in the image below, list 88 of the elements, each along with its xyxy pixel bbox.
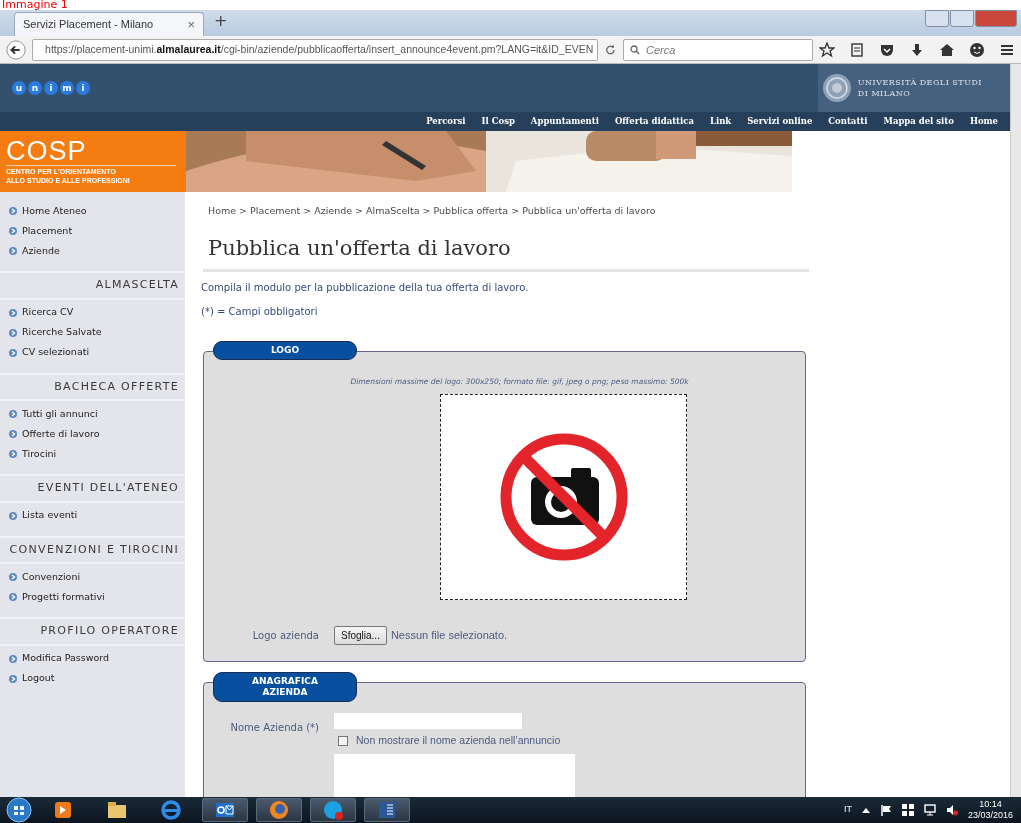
page-title: Pubblica un'offerta di lavoro xyxy=(208,236,512,262)
checkbox[interactable] xyxy=(338,735,348,746)
chat-app-icon[interactable] xyxy=(322,799,344,821)
sidebar-link[interactable]: Tirocini xyxy=(0,444,185,464)
sidebar-heading: EVENTI DELL'ATENEO xyxy=(0,474,185,503)
language-indicator[interactable]: IT xyxy=(843,803,852,817)
speaker-muted-icon[interactable] xyxy=(945,804,958,816)
search-icon xyxy=(630,44,640,55)
bullet-icon xyxy=(9,654,17,663)
reading-list-icon[interactable] xyxy=(849,41,865,58)
sidebar-link[interactable]: Tutti gli annunci xyxy=(0,404,185,424)
site-logo[interactable]: u n i m i xyxy=(12,81,90,95)
nav-link[interactable]: Offerta didattica xyxy=(606,112,702,131)
document-app-icon[interactable] xyxy=(376,799,398,821)
document-caption: Immagine 1 xyxy=(1,0,69,10)
nav-link[interactable]: Appuntamenti xyxy=(522,112,607,131)
sidebar-link[interactable]: Home Ateneo xyxy=(0,201,185,221)
reload-icon[interactable] xyxy=(604,42,617,57)
sidebar-link[interactable]: CV selezionati xyxy=(0,342,185,363)
sidebar-heading: CONVENZIONI E TIROCINI xyxy=(0,535,185,564)
bullet-icon xyxy=(9,308,17,317)
bullet-icon xyxy=(9,573,17,581)
scroll-bar[interactable] xyxy=(1010,64,1021,797)
sidebar-link[interactable]: Aziende xyxy=(0,241,185,261)
intro-text: Compila il modulo per la pubblicazione della tua offerta di lavoro. xyxy=(201,281,530,296)
bullet-icon xyxy=(9,227,17,235)
file-status: Nessun file selezionato. xyxy=(390,627,508,643)
flag-icon[interactable] xyxy=(879,804,892,816)
sidebar-heading: ALMASCELTA xyxy=(0,271,185,300)
url-field[interactable]: https://placement-unimi.almalaurea.it/cgi-bin/aziende/pubblicaofferta/insert_announce4event.pm?LANG=it&ID_EVEN xyxy=(32,38,599,61)
sidebar-link[interactable]: Lista eventi xyxy=(0,505,185,526)
sidebar-link[interactable]: Convenzioni xyxy=(0,567,185,587)
show-hidden-icons-icon[interactable] xyxy=(861,807,870,813)
university-name: UNIVERSITÀ DEGLI STUDI DI MILANO xyxy=(857,77,982,99)
sidebar-heading: PROFILO OPERATORE xyxy=(0,617,185,646)
smiley-icon[interactable] xyxy=(969,41,985,58)
media-player-icon[interactable] xyxy=(52,799,74,821)
bullet-icon xyxy=(9,430,17,438)
sidebar-link[interactable]: Ricerche Salvate xyxy=(0,322,185,343)
bullet-icon xyxy=(9,593,17,601)
folder-icon[interactable] xyxy=(106,799,128,821)
bookmark-star-icon[interactable] xyxy=(819,41,835,58)
sidebar-link[interactable]: Logout xyxy=(0,668,185,689)
sidebar-link[interactable]: Offerte di lavoro xyxy=(0,424,185,444)
bullet-icon xyxy=(9,328,17,337)
fox-browser-icon[interactable] xyxy=(268,799,290,821)
sidebar-link[interactable]: Ricerca CV xyxy=(0,302,185,323)
new-tab-button[interactable]: + xyxy=(204,9,238,36)
browser-e-icon[interactable] xyxy=(160,799,182,821)
nav-link[interactable]: Home xyxy=(961,112,1006,131)
field-label: Logo azienda xyxy=(252,629,319,641)
section-label: LOGO xyxy=(213,341,357,361)
bullet-icon xyxy=(9,511,17,520)
download-icon[interactable] xyxy=(909,41,925,58)
home-icon[interactable] xyxy=(939,41,955,58)
required-note: (*) = Campi obbligatori xyxy=(201,305,319,320)
close-tab-button[interactable]: × xyxy=(187,14,195,35)
breadcrumb-trail[interactable]: Home > Placement > Aziende > AlmaScelta > Pubblica offerta > Pubblica un'offerta di lavoro xyxy=(208,204,810,219)
bullet-icon xyxy=(9,207,17,215)
sidebar-heading: BACHECA OFFERTE xyxy=(0,372,185,401)
clock[interactable]: 10:14 23/03/2016 xyxy=(967,798,1013,822)
bullet-icon xyxy=(9,674,17,683)
nav-link[interactable]: Contatti xyxy=(820,112,876,131)
text-field[interactable] xyxy=(334,712,522,729)
nav-link[interactable]: Percorsi xyxy=(418,112,474,131)
start-button-icon[interactable] xyxy=(6,797,32,823)
university-seal-icon xyxy=(821,73,852,103)
bullet-icon xyxy=(9,450,17,458)
no-camera-icon xyxy=(498,431,629,562)
search-field[interactable]: Cerca xyxy=(623,38,813,61)
bullet-icon xyxy=(9,247,17,255)
sidebar-link[interactable]: Modifica Password xyxy=(0,648,185,669)
bullet-icon xyxy=(9,348,17,357)
back-icon[interactable] xyxy=(6,38,27,61)
nav-link[interactable]: Link xyxy=(701,112,740,131)
monitor-icon[interactable] xyxy=(923,804,936,816)
field-label: Nome Azienda (*) xyxy=(230,721,319,733)
sidebar-link[interactable]: Placement xyxy=(0,221,185,241)
section-label: ANAGRAFICA AZIENDA xyxy=(213,671,357,702)
bullet-icon xyxy=(9,410,17,418)
network-icon[interactable] xyxy=(901,804,914,816)
browse-button[interactable]: Sfoglia... xyxy=(334,625,387,645)
nav-link[interactable]: Il Cosp xyxy=(473,112,523,131)
sidebar-link[interactable]: Progetti formativi xyxy=(0,587,185,607)
browser-tab[interactable]: Servizi Placement - Milano × xyxy=(14,12,204,36)
nav-link[interactable]: Mappa del sito xyxy=(875,112,962,131)
nav-link[interactable]: Servizi online xyxy=(739,112,821,131)
checkbox-label: Non mostrare il nome azienda nell’annuncio xyxy=(356,732,561,748)
